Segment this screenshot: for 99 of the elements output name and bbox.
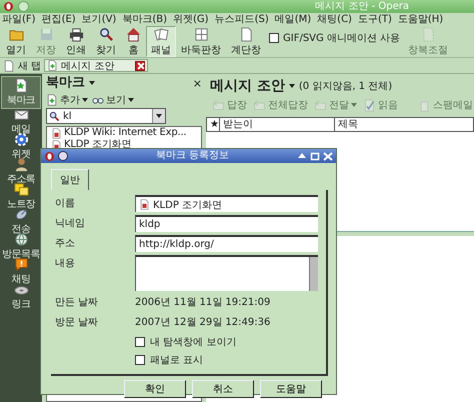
menu-item[interactable]: 보기(V) bbox=[82, 14, 116, 26]
date-value: 2007년 12월 29일 12:49:36 bbox=[135, 316, 272, 330]
add-bookmark-icon bbox=[47, 60, 58, 71]
new-tab-button[interactable]: 새 탭 bbox=[3, 58, 42, 72]
panel-button[interactable]: 채팅 bbox=[1, 259, 41, 284]
logo-icon bbox=[3, 1, 14, 12]
close-button[interactable] bbox=[323, 152, 333, 160]
minimize-button[interactable] bbox=[297, 152, 307, 160]
panel-button[interactable]: 전송 bbox=[1, 209, 41, 234]
page-icon bbox=[139, 199, 150, 210]
menu-item[interactable]: 파일(F) bbox=[2, 14, 36, 26]
toolbar-button[interactable]: 추가 bbox=[46, 92, 88, 106]
column-header[interactable]: 제목 bbox=[335, 118, 361, 131]
home-icon bbox=[126, 26, 141, 42]
menu-item[interactable]: 도구(T) bbox=[358, 14, 392, 26]
toolbar-button[interactable]: 홈 bbox=[121, 26, 146, 57]
message-count: (0 읽지않음, 1 전체) bbox=[298, 80, 392, 93]
field-label: 닉네임 bbox=[55, 217, 86, 231]
panel-button[interactable]: 링크 bbox=[1, 284, 41, 309]
column-header[interactable]: 받는이 bbox=[220, 118, 335, 131]
checkbox[interactable] bbox=[269, 32, 279, 42]
search-icon bbox=[49, 110, 60, 122]
date-value: 2006년 11월 11일 19:21:09 bbox=[135, 296, 272, 310]
dialog-button[interactable]: 확인 bbox=[124, 380, 186, 398]
menu-item[interactable]: 도움말(H) bbox=[398, 14, 444, 26]
panel-button[interactable]: 북마크 bbox=[1, 76, 41, 109]
menu-item[interactable]: 채팅(C) bbox=[317, 14, 352, 26]
toolbar-button[interactable]: 찾기 bbox=[91, 26, 121, 57]
checkbox[interactable] bbox=[135, 354, 145, 364]
dialog-button[interactable]: 취소 bbox=[192, 380, 254, 398]
panel-button[interactable]: 방문목록 bbox=[1, 234, 41, 259]
caret-icon bbox=[82, 98, 88, 102]
caret-icon bbox=[156, 114, 162, 118]
checkbox-label: 패널로 표시 bbox=[150, 354, 204, 366]
column-header[interactable]: ★ bbox=[207, 118, 220, 131]
search-icon bbox=[98, 26, 114, 42]
globe-icon bbox=[14, 232, 28, 247]
tab[interactable]: 일반 bbox=[51, 169, 89, 190]
menu-item[interactable]: 메일(M) bbox=[274, 14, 312, 26]
maximize-button[interactable] bbox=[310, 152, 320, 160]
checkbox-label: GIF/SVG 애니메이션 사용 bbox=[283, 32, 400, 44]
view-title: 메시지 조안 bbox=[210, 77, 285, 95]
add-bookmark-icon bbox=[46, 94, 58, 106]
panel-button[interactable]: 노트장 bbox=[1, 184, 41, 209]
dropdown-button[interactable] bbox=[152, 109, 165, 123]
person-icon bbox=[14, 157, 28, 172]
panel-button[interactable]: 위젯 bbox=[1, 134, 41, 159]
toolbar-button[interactable]: 열기 bbox=[1, 26, 31, 57]
chat-bubble-icon bbox=[14, 257, 28, 272]
dialog-button[interactable]: 도움말 bbox=[260, 380, 322, 398]
bookmark-item[interactable]: KLDP Wiki: Internet Exp... bbox=[51, 127, 199, 139]
window-menu-button[interactable] bbox=[58, 151, 68, 161]
logo-icon bbox=[44, 150, 55, 162]
toolbar-button[interactable]: 패널 bbox=[146, 26, 176, 57]
field-label: 주소 bbox=[55, 237, 76, 251]
checkbox-label: 내 탐색창에 보이기 bbox=[150, 336, 236, 348]
envelope-arrow-icon bbox=[253, 98, 266, 112]
dialog-title: 북마크 등록정보 bbox=[154, 149, 230, 163]
printer-icon bbox=[68, 26, 84, 42]
panel-button[interactable]: 주소록 bbox=[1, 159, 41, 184]
envelope-arrow-icon bbox=[314, 98, 327, 112]
trash-icon bbox=[418, 98, 431, 112]
field-label: 만든 날짜 bbox=[55, 296, 100, 310]
input-field[interactable]: kldp bbox=[135, 215, 318, 232]
panel-title: 북마크 bbox=[46, 75, 85, 91]
input-field[interactable]: KLDP 조기화면 bbox=[135, 195, 318, 212]
search-field[interactable]: kl bbox=[46, 108, 166, 124]
toolbar-button[interactable]: 보기 bbox=[92, 92, 134, 106]
menu-item[interactable]: 북마크(B) bbox=[122, 14, 168, 26]
caret-icon bbox=[89, 81, 95, 85]
window-title: 메시지 조안 - Opera bbox=[315, 0, 409, 12]
menu-item[interactable]: 위젯(G) bbox=[173, 14, 209, 26]
note-icon bbox=[14, 182, 28, 197]
menu-item[interactable]: 뉴스피드(S) bbox=[214, 14, 269, 26]
toolbar-button[interactable]: 계단창 bbox=[226, 26, 266, 57]
caret-icon bbox=[128, 98, 134, 102]
input-field[interactable]: http://kldp.org/ bbox=[135, 235, 318, 252]
check-icon bbox=[363, 98, 376, 112]
checkbox[interactable] bbox=[135, 336, 145, 346]
pages-icon bbox=[154, 26, 168, 42]
bookmark-icon bbox=[14, 78, 28, 93]
caret-icon bbox=[288, 84, 295, 88]
grid-icon bbox=[194, 26, 208, 42]
text-area[interactable] bbox=[135, 255, 318, 291]
scrollbar[interactable] bbox=[309, 257, 318, 291]
dish-icon bbox=[14, 207, 28, 222]
menu-item[interactable]: 편집(E) bbox=[42, 14, 76, 26]
field-label: 방문 날짜 bbox=[55, 316, 100, 330]
field-label: 내용 bbox=[55, 257, 76, 271]
toolbar-button[interactable]: 바둑판창 bbox=[176, 26, 226, 57]
close-icon[interactable] bbox=[135, 60, 146, 70]
field-label: 이름 bbox=[55, 197, 76, 211]
gear-icon bbox=[14, 132, 28, 147]
panel-button[interactable]: 메일 bbox=[1, 109, 41, 134]
toolbar-button[interactable]: 인쇄 bbox=[61, 26, 91, 57]
tab[interactable]: 메시지 조안 bbox=[44, 59, 148, 72]
caret-icon bbox=[351, 103, 357, 107]
envelope-arrow-icon bbox=[212, 98, 225, 112]
close-button[interactable]: × bbox=[192, 76, 202, 90]
